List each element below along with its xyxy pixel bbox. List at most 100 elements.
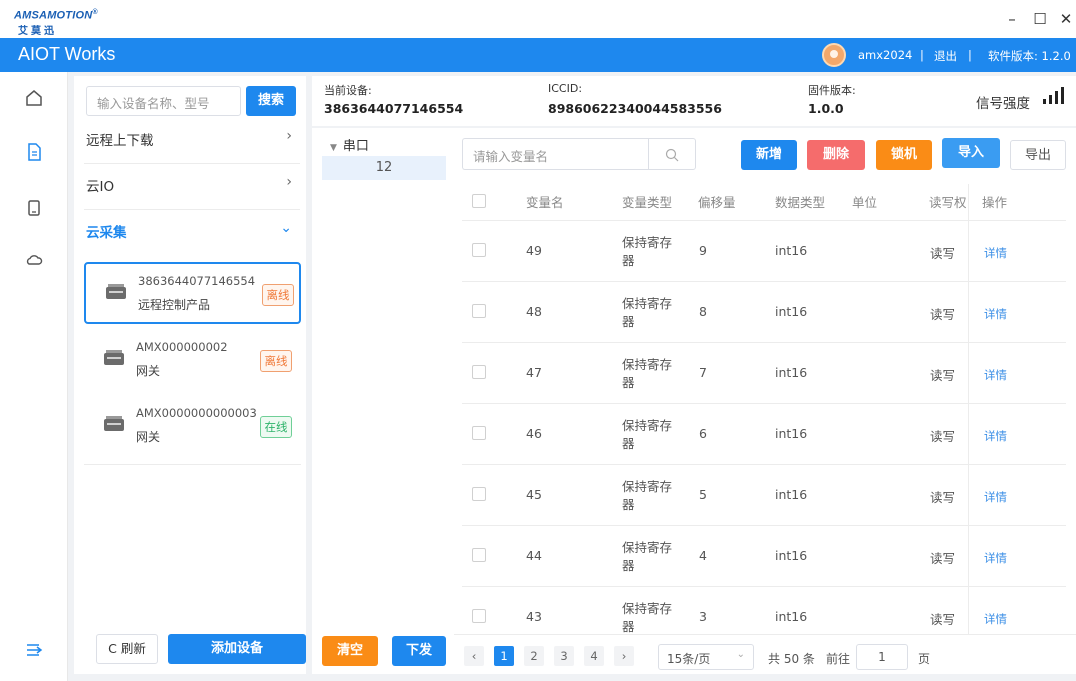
row-checkbox[interactable] [472,304,486,318]
cell-dtype: int16 [775,609,808,624]
page-size-value: 15条/页 [667,652,711,666]
status-badge: 在线 [260,416,292,438]
cell-name: 49 [526,243,542,258]
caret-down-icon: ▼ [330,143,337,153]
row-checkbox[interactable] [472,365,486,379]
category-cloud-collect[interactable]: 云采集 ⌄ [84,210,300,256]
divider [454,634,1076,635]
page-unit-label: 页 [918,652,931,666]
delete-button[interactable]: 删除 [807,140,865,170]
variable-search-button[interactable] [648,138,696,170]
search-button[interactable]: 搜索 [246,86,296,116]
goto-page-input[interactable]: 1 [856,644,908,670]
table-row: 45 保持寄存器 5 int16 读写 详情 [462,464,1066,525]
tablet-icon[interactable] [24,198,44,218]
refresh-button[interactable]: C 刷新 [96,634,158,664]
detail-link[interactable]: 详情 [984,428,1007,444]
iccid-label: ICCID: [548,82,583,95]
page-button[interactable]: 1 [494,646,514,666]
firmware-value: 1.0.0 [808,101,844,116]
table-row: 47 保持寄存器 7 int16 读写 详情 [462,342,1066,403]
device-card[interactable]: AMX0000000000003 网关 在线 [84,396,301,458]
cell-name: 46 [526,426,542,441]
category-cloud-io[interactable]: 云IO › [84,164,300,210]
document-icon[interactable] [24,142,44,162]
avatar[interactable] [822,43,846,67]
cell-dtype: int16 [775,243,808,258]
close-button[interactable]: ✕ [1056,11,1076,27]
device-card[interactable]: AMX000000002 网关 离线 [84,330,301,392]
cell-offset: 9 [699,243,707,258]
table-row: 49 保持寄存器 9 int16 读写 详情 [462,220,1066,281]
tree-node-child[interactable]: 12 [322,156,446,180]
cloud-icon[interactable] [24,250,44,270]
next-page-button[interactable]: › [614,646,634,666]
push-button[interactable]: 下发 [392,636,446,666]
page-button[interactable]: 2 [524,646,544,666]
column-header: 读写权 [929,195,967,210]
cell-offset: 6 [699,426,707,441]
table-row: 44 保持寄存器 4 int16 读写 详情 [462,525,1066,586]
category-label: 云采集 [86,225,127,241]
device-search-input[interactable]: 输入设备名称、型号 [86,86,241,116]
status-badge: 离线 [260,350,292,372]
row-checkbox[interactable] [472,243,486,257]
tree-panel [312,128,454,674]
column-header: 变量类型 [622,195,673,210]
cell-offset: 3 [699,609,707,624]
minimize-button[interactable]: – [1002,11,1022,27]
detail-link[interactable]: 详情 [984,245,1007,261]
clear-button[interactable]: 清空 [322,636,378,666]
table-row: 48 保持寄存器 8 int16 读写 详情 [462,281,1066,342]
status-badge: 离线 [262,284,294,306]
add-device-button[interactable]: 添加设备 [168,634,306,664]
cell-rw: 读写 [930,246,956,261]
cell-dtype: int16 [775,365,808,380]
app-title: AIOT Works [18,44,116,64]
column-header: 变量名 [526,195,564,210]
page-size-select[interactable]: 15条/页 ⌄ [658,644,754,670]
cell-offset: 8 [699,304,707,319]
signal-strength-label: 信号强度 [976,96,1030,112]
device-type: 网关 [136,364,161,378]
logout-link[interactable]: 退出 [934,48,957,64]
row-checkbox[interactable] [472,426,486,440]
cell-offset: 4 [699,548,707,563]
detail-link[interactable]: 详情 [984,306,1007,322]
select-all-checkbox[interactable] [472,194,486,208]
page-button[interactable]: 3 [554,646,574,666]
device-id: AMX0000000000003 [136,406,257,420]
cell-type: 保持寄存器 [622,357,673,390]
tree-node-serial[interactable]: ▼ 串口 [330,135,369,154]
cell-rw: 读写 [930,551,956,566]
import-button[interactable]: 导入 [942,138,1000,168]
page-button[interactable]: 4 [584,646,604,666]
device-card[interactable]: 3863644077146554 远程控制产品 离线 [84,262,301,324]
category-remote-upload[interactable]: 远程上下载 › [84,118,300,164]
detail-link[interactable]: 详情 [984,367,1007,383]
chevron-right-icon: › [286,128,292,144]
cell-type: 保持寄存器 [622,235,673,268]
add-variable-button[interactable]: 新增 [741,140,797,170]
home-icon[interactable] [24,88,44,108]
detail-link[interactable]: 详情 [984,611,1007,627]
prev-page-button[interactable]: ‹ [464,646,484,666]
detail-link[interactable]: 详情 [984,550,1007,566]
tree-node-label: 串口 [342,139,369,154]
export-button[interactable]: 导出 [1010,140,1066,170]
chevron-right-icon: › [286,174,292,190]
user-name[interactable]: amx2024 [858,48,912,62]
cell-dtype: int16 [775,487,808,502]
row-checkbox[interactable] [472,487,486,501]
variable-search-input[interactable]: 请输入变量名 [462,138,648,170]
current-device-value: 3863644077146554 [324,101,464,116]
goto-label: 前往 [826,652,851,666]
row-checkbox[interactable] [472,548,486,562]
lock-button[interactable]: 锁机 [876,140,932,170]
category-label: 远程上下载 [86,133,154,149]
row-checkbox[interactable] [472,609,486,623]
detail-link[interactable]: 详情 [984,489,1007,505]
collapse-menu-icon[interactable] [24,640,44,660]
column-header: 单位 [852,195,878,210]
maximize-button[interactable]: ☐ [1030,11,1050,27]
